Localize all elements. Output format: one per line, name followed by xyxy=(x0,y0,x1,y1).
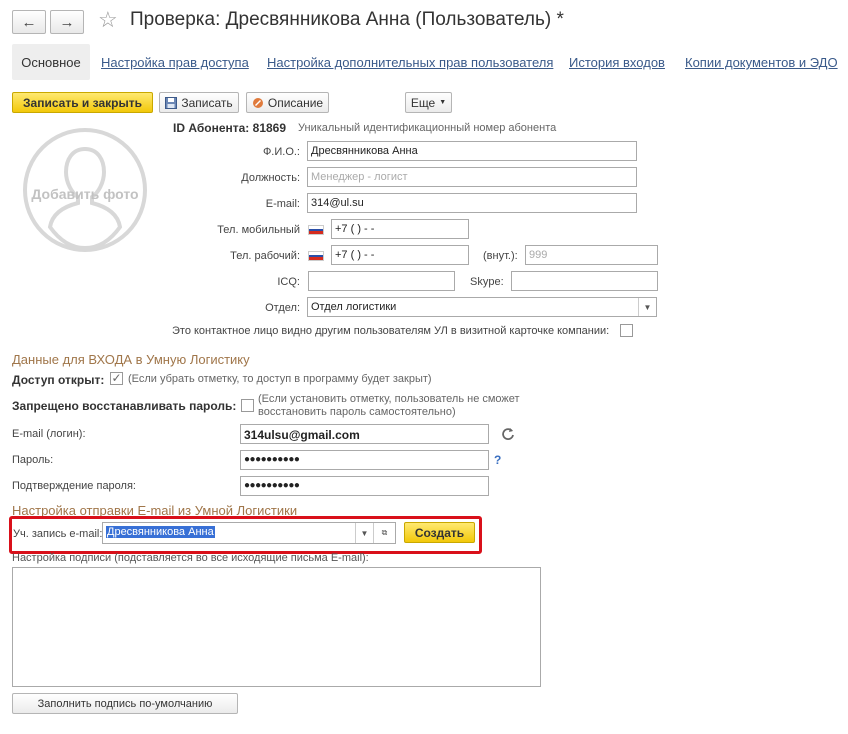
create-button[interactable]: Создать xyxy=(404,522,475,543)
dropdown-arrow-icon[interactable]: ▼ xyxy=(355,523,373,543)
back-button[interactable]: ← xyxy=(12,10,46,34)
extension-label: (внут.): xyxy=(483,250,518,262)
email-account-label: Уч. запись e-mail: xyxy=(13,528,103,540)
icq-input[interactable] xyxy=(308,271,455,291)
visibility-label: Это контактное лицо видно другим пользов… xyxy=(172,325,610,337)
access-open-checkbox[interactable]: ✓ xyxy=(110,372,123,385)
extension-input[interactable]: 999 xyxy=(525,245,658,265)
checkmark-icon: ✓ xyxy=(111,371,122,385)
window-title: Проверка: Дресвянникова Анна (Пользовате… xyxy=(130,9,564,30)
save-button[interactable]: Записать xyxy=(159,92,239,113)
subscriber-id-hint: Уникальный идентификационный номер абоне… xyxy=(298,122,557,134)
back-arrow-icon: ← xyxy=(21,13,37,31)
dropdown-arrow-icon[interactable]: ▼ xyxy=(638,298,656,316)
restore-password-label: Запрещено восстанавливать пароль: xyxy=(12,399,237,413)
visibility-checkbox[interactable] xyxy=(620,324,633,337)
access-open-hint: (Если убрать отметку, то доступ в програ… xyxy=(128,373,432,385)
work-phone-label: Тел. рабочий: xyxy=(230,250,300,262)
login-section-title: Данные для ВХОДА в Умную Логистику xyxy=(12,352,250,367)
tab-access-rights[interactable]: Настройка прав доступа xyxy=(101,55,249,70)
signature-label: Настройка подписи (подставляется во все … xyxy=(12,552,369,564)
forward-button[interactable]: → xyxy=(50,10,84,34)
restore-password-checkbox[interactable] xyxy=(241,399,254,412)
login-email-input[interactable]: 314ulsu@gmail.com xyxy=(240,424,489,444)
email-account-select[interactable]: Дресвянникова Анна ▼ ⧉ xyxy=(102,522,396,544)
subscriber-id-label: ID Абонента: 81869 xyxy=(173,121,287,135)
description-icon xyxy=(252,97,263,108)
more-menu-button[interactable]: Еще ▼ xyxy=(405,92,452,113)
skype-label: Skype: xyxy=(470,276,504,288)
fio-label: Ф.И.О.: xyxy=(262,146,300,158)
save-and-close-button[interactable]: Записать и закрыть xyxy=(12,92,153,113)
confirm-password-input[interactable]: ●●●●●●●●●● xyxy=(240,476,489,496)
forward-arrow-icon: → xyxy=(59,13,75,31)
mobile-phone-label: Тел. мобильный xyxy=(217,224,300,236)
skype-input[interactable] xyxy=(511,271,658,291)
signature-textarea[interactable] xyxy=(12,567,541,687)
restore-password-hint-line2: восстановить пароль самостоятельно) xyxy=(258,406,456,418)
tab-login-history[interactable]: История входов xyxy=(569,55,665,70)
floppy-disk-icon xyxy=(165,96,178,109)
refresh-icon[interactable] xyxy=(501,427,515,441)
tab-extra-rights[interactable]: Настройка дополнительных прав пользовате… xyxy=(267,55,553,70)
description-button[interactable]: Описание xyxy=(246,92,329,113)
access-open-label: Доступ открыт: xyxy=(12,373,105,387)
add-photo-label: Добавить фото xyxy=(31,186,139,202)
fio-input[interactable]: Дресвянникова Анна xyxy=(307,141,637,161)
password-input[interactable]: ●●●●●●●●●● xyxy=(240,450,489,470)
fill-default-signature-button[interactable]: Заполнить подпись по-умолчанию xyxy=(12,693,238,714)
email-label: E-mail: xyxy=(265,198,300,210)
open-item-icon[interactable]: ⧉ xyxy=(373,523,395,543)
subscriber-id-value: 81869 xyxy=(252,121,287,135)
restore-password-hint-line1: (Если установить отметку, пользователь н… xyxy=(258,393,520,405)
department-select[interactable]: Отдел логистики ▼ xyxy=(307,297,657,317)
work-phone-input[interactable]: +7 ( ) - - xyxy=(331,245,469,265)
russia-flag-icon[interactable] xyxy=(308,225,324,235)
position-label: Должность: xyxy=(241,172,300,184)
email-input[interactable]: 314@ul.su xyxy=(307,193,637,213)
department-label: Отдел: xyxy=(265,302,300,314)
favorite-star-icon[interactable]: ☆ xyxy=(98,7,118,33)
tab-documents-edo[interactable]: Копии документов и ЭДО xyxy=(685,55,838,70)
password-help-icon[interactable]: ? xyxy=(494,453,501,467)
russia-flag-icon[interactable] xyxy=(308,251,324,261)
password-label: Пароль: xyxy=(12,454,54,466)
confirm-password-label: Подтверждение пароля: xyxy=(12,480,136,492)
mobile-phone-input[interactable]: +7 ( ) - - xyxy=(331,219,469,239)
icq-label: ICQ: xyxy=(277,276,300,288)
position-input[interactable]: Менеджер - логист xyxy=(307,167,637,187)
login-email-label: E-mail (логин): xyxy=(12,428,86,440)
dropdown-arrow-icon: ▼ xyxy=(439,99,447,106)
tab-main[interactable]: Основное xyxy=(12,44,90,80)
